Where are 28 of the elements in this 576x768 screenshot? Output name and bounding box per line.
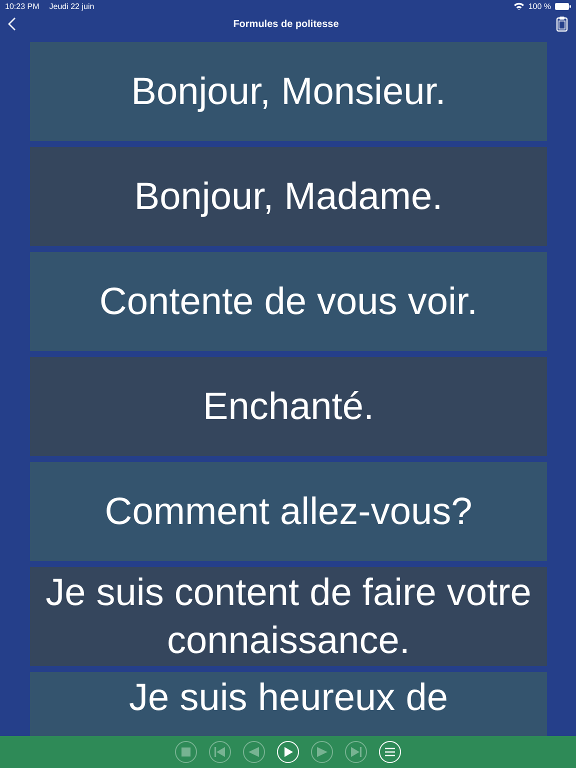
phrase-card[interactable]: Contente de vous voir.	[30, 252, 547, 351]
phrase-text: Enchanté.	[202, 384, 374, 430]
phrase-card[interactable]: Bonjour, Madame.	[30, 147, 547, 246]
back-icon[interactable]	[8, 17, 16, 31]
phrase-text: Je suis heureux de	[129, 676, 448, 721]
forward-icon	[315, 745, 329, 759]
phrase-card[interactable]: Enchanté.	[30, 357, 547, 456]
wifi-icon	[514, 2, 524, 10]
battery-level: 100 %	[528, 2, 551, 10]
phrase-text: Bonjour, Monsieur.	[131, 70, 446, 114]
phrase-text: Comment allez-vous?	[104, 490, 472, 534]
rewind-icon	[247, 745, 261, 759]
status-time: 10:23 PM	[5, 2, 40, 10]
battery-icon	[555, 2, 571, 10]
menu-icon	[383, 745, 397, 759]
phrase-card[interactable]: Je suis heureux de	[30, 672, 547, 736]
phrase-text: Contente de vous voir.	[99, 280, 478, 324]
status-date: Jeudi 22 juin	[49, 2, 94, 10]
menu-button[interactable]	[379, 741, 401, 763]
phrase-text: Bonjour, Madame.	[134, 174, 443, 220]
square-icon	[179, 745, 193, 759]
play-button[interactable]	[277, 741, 299, 763]
phrase-card[interactable]: Comment allez-vous?	[30, 462, 547, 561]
clipboard-icon[interactable]	[556, 16, 568, 32]
phrase-card[interactable]: Bonjour, Monsieur.	[30, 42, 547, 141]
skip-back-icon	[213, 745, 227, 759]
skip-forward-icon	[349, 745, 363, 759]
page-title: Formules de politesse	[233, 18, 339, 30]
